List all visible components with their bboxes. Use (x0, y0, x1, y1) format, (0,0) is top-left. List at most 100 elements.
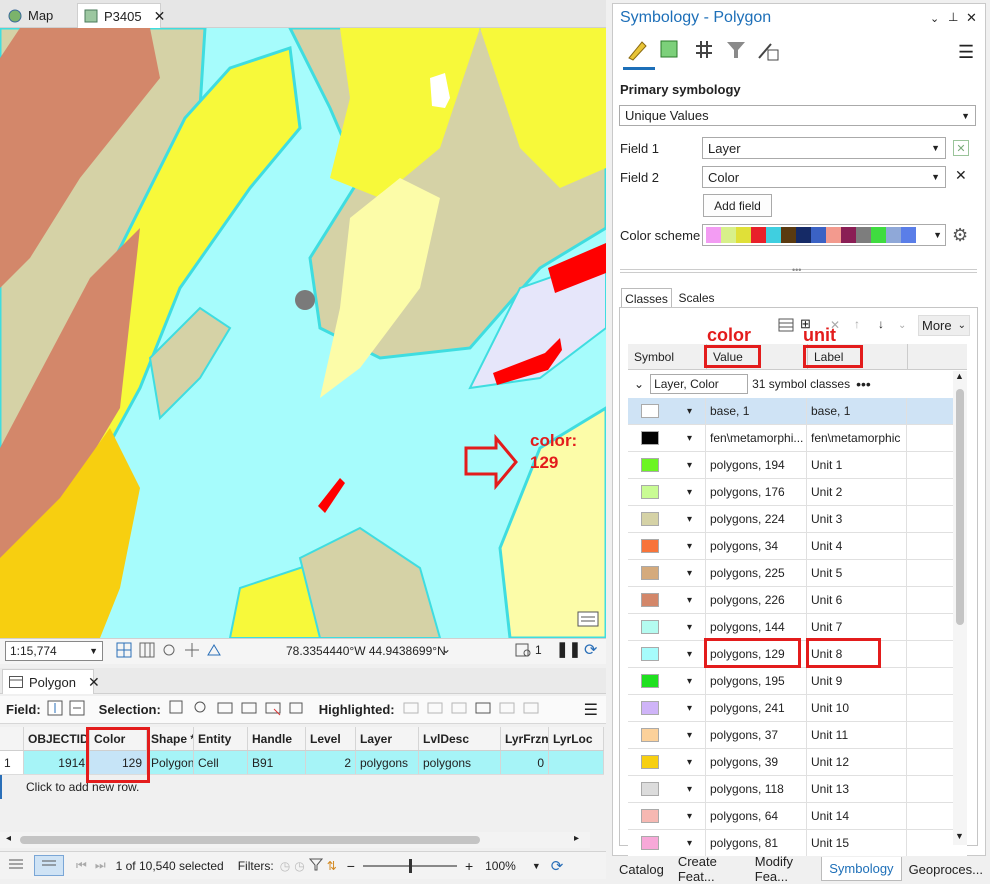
sql-query-icon[interactable]: ✕ (953, 140, 969, 156)
chevron-down-icon[interactable]: ⌄ (634, 377, 644, 391)
symbol-cell[interactable]: ▾ (628, 560, 706, 586)
zoom-in-icon[interactable]: + (465, 858, 473, 874)
symbol-cell[interactable]: ▾ (628, 749, 706, 775)
class-value[interactable]: polygons, 64 (706, 803, 807, 829)
correction-icon[interactable] (206, 642, 222, 658)
table-grid-icon[interactable] (139, 642, 155, 658)
column-header[interactable]: LyrFrzn (501, 727, 549, 750)
class-value[interactable]: polygons, 226 (706, 587, 807, 613)
class-label[interactable]: Unit 14 (807, 803, 907, 829)
arrow-up-icon[interactable]: ↑ (854, 317, 860, 331)
menu-icon[interactable]: ☰ (958, 42, 974, 63)
more-button[interactable]: More ⌄ (918, 315, 970, 336)
column-header[interactable]: Layer (356, 727, 419, 750)
group-name-input[interactable]: Layer, Color (650, 374, 749, 394)
class-row[interactable]: ▾ polygons, 176 Unit 2 (628, 479, 967, 506)
zoom-to-selection-icon[interactable] (193, 700, 209, 719)
highlight-tool-icon[interactable] (427, 700, 443, 719)
table-icon[interactable] (778, 318, 794, 335)
remove-field-icon[interactable]: ✕ (955, 167, 967, 184)
symbol-swatch[interactable] (640, 674, 659, 688)
tab-classes[interactable]: Classes (621, 288, 672, 308)
symbol-swatch[interactable] (640, 755, 659, 769)
class-value[interactable]: polygons, 34 (706, 533, 807, 559)
symbol-cell[interactable]: ▾ (628, 803, 706, 829)
chevron-down-icon[interactable]: ▾ (687, 460, 692, 471)
class-value[interactable]: polygons, 144 (706, 614, 807, 640)
chevron-down-icon[interactable]: ▼ (532, 861, 541, 871)
symbol-swatch[interactable] (640, 836, 659, 850)
class-value[interactable]: polygons, 39 (706, 749, 807, 775)
chevron-down-icon[interactable]: ▾ (687, 784, 692, 795)
symbol-cell[interactable]: ▾ (628, 668, 706, 694)
class-row[interactable]: ▾ polygons, 34 Unit 4 (628, 533, 967, 560)
class-label[interactable]: Unit 1 (807, 452, 907, 478)
symbol-cell[interactable]: ▾ (628, 398, 706, 424)
symbol-layer-icon[interactable] (692, 38, 716, 65)
primary-symbology-icon[interactable] (626, 38, 650, 65)
class-label[interactable]: Unit 10 (807, 695, 907, 721)
class-label[interactable]: Unit 13 (807, 776, 907, 802)
col-symbol-header[interactable]: Symbol (628, 344, 706, 369)
vertical-scrollbar[interactable]: ▲ ▼ (953, 371, 967, 845)
symbol-swatch[interactable] (640, 458, 659, 472)
sort-icon[interactable]: ⇅ (327, 859, 337, 873)
class-value[interactable]: polygons, 195 (706, 668, 807, 694)
symbol-swatch[interactable] (640, 539, 659, 553)
symbology-method-select[interactable]: Unique Values ▼ (619, 105, 976, 126)
column-header[interactable]: Entity (194, 727, 248, 750)
chevron-down-icon[interactable]: ▾ (687, 541, 692, 552)
highlight-tool-icon[interactable] (523, 700, 539, 719)
symbol-cell[interactable]: ▾ (628, 506, 706, 532)
chevron-down-icon[interactable]: ▾ (687, 676, 692, 687)
class-row[interactable]: ▾ polygons, 241 Unit 10 (628, 695, 967, 722)
highlight-tool-icon[interactable] (403, 700, 419, 719)
symbol-swatch[interactable] (640, 593, 659, 607)
symbol-swatch[interactable] (640, 701, 659, 715)
snap-icon[interactable] (161, 642, 177, 658)
highlight-tool-icon[interactable] (475, 700, 491, 719)
clear-selection-icon[interactable] (241, 700, 257, 719)
symbol-cell[interactable]: ▾ (628, 479, 706, 505)
range-filter-icon[interactable]: ◷ (294, 859, 304, 873)
tab-scales[interactable]: Scales (674, 288, 719, 308)
class-label[interactable]: Unit 15 (807, 830, 907, 856)
advanced-symbology-icon[interactable] (756, 38, 780, 65)
map-view[interactable]: color: 129 (0, 28, 606, 638)
field2-select[interactable]: Color ▼ (702, 166, 946, 188)
symbol-cell[interactable]: ▾ (628, 695, 706, 721)
symbol-swatch[interactable] (640, 512, 659, 526)
symbol-cell[interactable]: ▾ (628, 533, 706, 559)
calculate-field-icon[interactable] (69, 700, 85, 719)
class-label[interactable]: fen\metamorphic (807, 425, 907, 451)
symbol-cell[interactable]: ▾ (628, 830, 706, 856)
class-value[interactable]: polygons, 224 (706, 506, 807, 532)
chevron-down-icon[interactable]: ▾ (687, 838, 692, 849)
symbol-swatch[interactable] (640, 620, 659, 634)
next-record-icon[interactable]: ⏭ (95, 858, 106, 873)
chevron-down-icon[interactable]: ▾ (687, 487, 692, 498)
color-scheme-select[interactable]: ▼ (702, 224, 946, 246)
close-icon[interactable]: ✕ (88, 674, 100, 691)
class-row[interactable]: ▾ polygons, 39 Unit 12 (628, 749, 967, 776)
class-value[interactable]: polygons, 241 (706, 695, 807, 721)
column-header[interactable]: LvlDesc (419, 727, 501, 750)
close-icon[interactable]: ✕ (966, 10, 977, 26)
more-options-icon[interactable]: ••• (856, 376, 871, 392)
splitter-grip-icon[interactable]: ••• (792, 265, 801, 275)
gear-icon[interactable]: ⚙ (952, 225, 968, 246)
filter-icon[interactable] (724, 38, 748, 65)
symbol-swatch[interactable] (640, 566, 659, 580)
scale-selector[interactable]: 1:15,774 ▼ (5, 641, 103, 661)
class-value[interactable]: fen\metamorphi... (706, 425, 807, 451)
pin-icon[interactable]: ⊥ (948, 10, 958, 24)
class-label[interactable]: base, 1 (807, 398, 907, 424)
class-value[interactable]: polygons, 225 (706, 560, 807, 586)
chevron-down-icon[interactable]: ▾ (687, 703, 692, 714)
tab-symbology[interactable]: Symbology (821, 857, 902, 881)
refresh-icon[interactable]: ⟳ (551, 857, 564, 875)
switch-selection-icon[interactable] (217, 700, 233, 719)
chevron-down-icon[interactable]: ▾ (687, 757, 692, 768)
class-row[interactable]: ▾ polygons, 194 Unit 1 (628, 452, 967, 479)
class-row[interactable]: ▾ polygons, 225 Unit 5 (628, 560, 967, 587)
